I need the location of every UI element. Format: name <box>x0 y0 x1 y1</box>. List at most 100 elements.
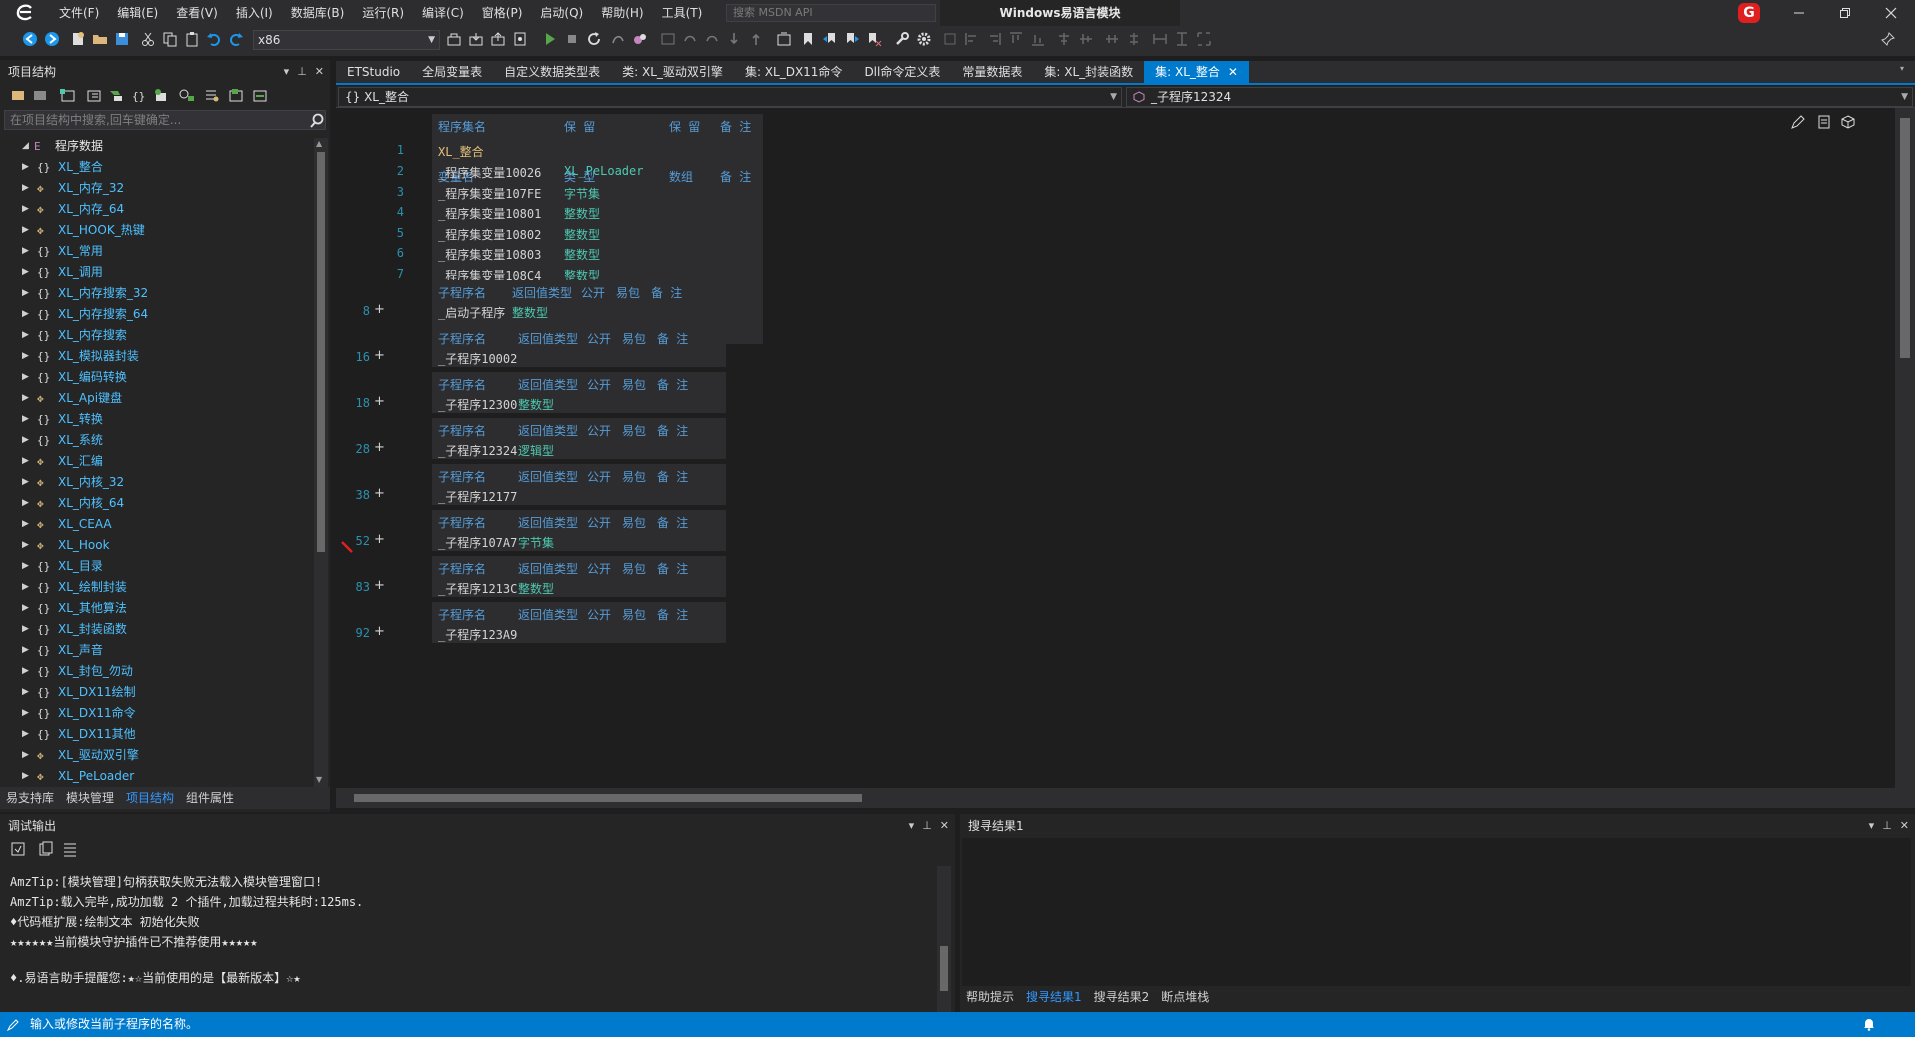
menu-item[interactable]: 插入(I) <box>227 0 282 26</box>
gear-icon[interactable] <box>916 31 932 47</box>
tree-search-input[interactable]: 在项目结构中搜索,回车键确定... <box>4 110 326 130</box>
dropdown-icon[interactable]: ▾ <box>1869 814 1875 838</box>
tree-item[interactable]: ▶ ✥ XL_内存_32 <box>0 178 314 199</box>
copy-icon[interactable] <box>162 31 178 47</box>
bookmark-next-icon[interactable] <box>844 31 860 47</box>
tree-item[interactable]: ▶ ✥ XL_汇编 <box>0 451 314 472</box>
collapsed-arrow-icon[interactable]: ▶ <box>22 388 29 409</box>
collapsed-arrow-icon[interactable]: ▶ <box>22 703 29 724</box>
tree-item[interactable]: ▶ ✥ XL_PeLoader <box>0 766 314 787</box>
wrench-icon[interactable] <box>894 31 910 47</box>
undo-icon[interactable] <box>206 31 222 47</box>
collapsed-arrow-icon[interactable]: ▶ <box>22 220 29 241</box>
variable-name[interactable]: _程序集变量107FE <box>438 185 541 202</box>
tab-list-icon[interactable]: ▾ <box>1900 64 1904 73</box>
edit-pencil-icon[interactable] <box>1790 114 1806 130</box>
tree-item[interactable]: ▶ ✥ XL_Api键盘 <box>0 388 314 409</box>
editor-tab[interactable]: 集: XL_封装函数 <box>1033 61 1144 83</box>
tree-item[interactable]: ▶ ✥ XL_内核_32 <box>0 472 314 493</box>
subprogram-name[interactable]: _子程序12177 <box>438 488 517 505</box>
scope-select[interactable]: {} XL_整合 ▼ <box>338 87 1122 107</box>
stop-icon[interactable] <box>564 31 580 47</box>
platform-select[interactable]: x86 ▼ <box>253 30 440 50</box>
open-folder-icon[interactable] <box>92 31 108 47</box>
close-icon[interactable]: ✕ <box>1228 61 1238 83</box>
expand-plus-icon[interactable]: + <box>374 624 385 639</box>
return-type[interactable]: 整数型 <box>518 396 554 413</box>
same-size-icon[interactable] <box>1196 31 1212 47</box>
bookmark-clear-icon[interactable] <box>866 31 882 47</box>
collapsed-arrow-icon[interactable]: ▶ <box>22 577 29 598</box>
collapsed-arrow-icon[interactable]: ▶ <box>22 283 29 304</box>
dropdown-icon[interactable]: ▾ <box>284 60 290 84</box>
preview-icon[interactable] <box>512 31 528 47</box>
bookmark-prev-icon[interactable] <box>822 31 838 47</box>
editor-tab[interactable]: 自定义数据类型表 <box>493 61 611 83</box>
navigate-icon[interactable] <box>776 31 792 47</box>
bookmark-icon[interactable] <box>800 31 816 47</box>
step-over-icon[interactable] <box>682 31 698 47</box>
collapsed-arrow-icon[interactable]: ▶ <box>22 493 29 514</box>
variable-name[interactable]: _程序集变量10803 <box>438 246 541 263</box>
collapsed-arrow-icon[interactable]: ▶ <box>22 157 29 178</box>
scroll-down-icon[interactable]: ▼ <box>316 775 322 784</box>
menu-item[interactable]: 运行(R) <box>353 0 413 26</box>
collapsed-arrow-icon[interactable]: ▶ <box>22 199 29 220</box>
paste-icon[interactable] <box>184 31 200 47</box>
tree-item[interactable]: ▶ {} XL_内存搜索_32 <box>0 283 314 304</box>
pin-icon[interactable]: ⊥ <box>297 60 307 84</box>
search-results-list[interactable] <box>962 838 1911 986</box>
tree-item[interactable]: ▶ {} XL_绘制封装 <box>0 577 314 598</box>
menu-item[interactable]: 帮助(H) <box>592 0 652 26</box>
breakpoint-icon[interactable] <box>660 31 676 47</box>
left-tab[interactable]: 模块管理 <box>60 787 120 809</box>
tree-item[interactable]: ▶ {} XL_内存搜索 <box>0 325 314 346</box>
save-icon[interactable] <box>114 31 130 47</box>
search-icon[interactable] <box>309 113 325 129</box>
collapsed-arrow-icon[interactable]: ▶ <box>22 241 29 262</box>
return-type[interactable]: 字节集 <box>518 534 554 551</box>
code-editor[interactable]: 程序集名 保 留 保 留 备 注 1 XL_整合 变量名 类 型 数组 备 注 … <box>336 108 1895 788</box>
menu-item[interactable]: 文件(F) <box>50 0 108 26</box>
notification-bell-icon[interactable] <box>1862 1017 1876 1031</box>
search-tab[interactable]: 断点堆栈 <box>1155 986 1215 1008</box>
subprogram-name[interactable]: _启动子程序 <box>438 304 505 321</box>
minimize-button[interactable] <box>1776 0 1822 26</box>
editor-tab[interactable]: 集: XL_整合 ✕ <box>1144 61 1249 83</box>
search-tab[interactable]: 搜寻结果1 <box>1020 986 1088 1008</box>
tree-item[interactable]: ▶ {} XL_常用 <box>0 241 314 262</box>
tree-item[interactable]: ▶ {} XL_整合 <box>0 157 314 178</box>
tree-item[interactable]: ▶ {} XL_模拟器封装 <box>0 346 314 367</box>
expand-plus-icon[interactable]: + <box>374 394 385 409</box>
scrollbar-thumb[interactable] <box>1900 118 1910 358</box>
pin-icon[interactable] <box>1880 31 1896 47</box>
member-select[interactable]: _子程序12324 ▼ <box>1126 87 1913 107</box>
editor-tab[interactable]: 集: XL_DX11命令 <box>734 61 854 83</box>
tree-root[interactable]: ◢ E 程序数据 <box>0 136 314 157</box>
tree-item[interactable]: ▶ {} XL_转换 <box>0 409 314 430</box>
return-type[interactable]: 整数型 <box>512 304 548 321</box>
expand-plus-icon[interactable]: + <box>374 302 385 317</box>
search-tab[interactable]: 搜寻结果2 <box>1088 986 1156 1008</box>
publish-icon[interactable] <box>490 31 506 47</box>
align-bottom-icon[interactable] <box>1030 31 1046 47</box>
collapsed-arrow-icon[interactable]: ▶ <box>22 640 29 661</box>
tree-item[interactable]: ▶ {} XL_声音 <box>0 640 314 661</box>
align-top-icon[interactable] <box>1008 31 1024 47</box>
scrollbar-thumb[interactable] <box>354 794 862 802</box>
collapsed-arrow-icon[interactable]: ▶ <box>22 451 29 472</box>
debug-output-text[interactable]: AmzTip:[模块管理]句柄获取失败无法载入模块管理窗口! AmzTip:载入完… <box>10 872 363 988</box>
debug-scrollbar[interactable] <box>937 866 951 1012</box>
menu-item[interactable]: 编辑(E) <box>108 0 167 26</box>
variable-name[interactable]: _程序集变量10802 <box>438 226 541 243</box>
left-tab[interactable]: 组件属性 <box>180 787 240 809</box>
expand-plus-icon[interactable]: + <box>374 440 385 455</box>
close-icon[interactable]: ✕ <box>1900 814 1909 838</box>
search-tab[interactable]: 帮助提示 <box>960 986 1020 1008</box>
center-vertical-icon[interactable] <box>1078 31 1094 47</box>
tree-item[interactable]: ▶ {} XL_DX11绘制 <box>0 682 314 703</box>
dropdown-icon[interactable]: ▾ <box>909 814 915 838</box>
back-icon[interactable] <box>22 31 38 47</box>
step-out-icon[interactable] <box>748 31 764 47</box>
tree-item[interactable]: ▶ {} XL_内存搜索_64 <box>0 304 314 325</box>
